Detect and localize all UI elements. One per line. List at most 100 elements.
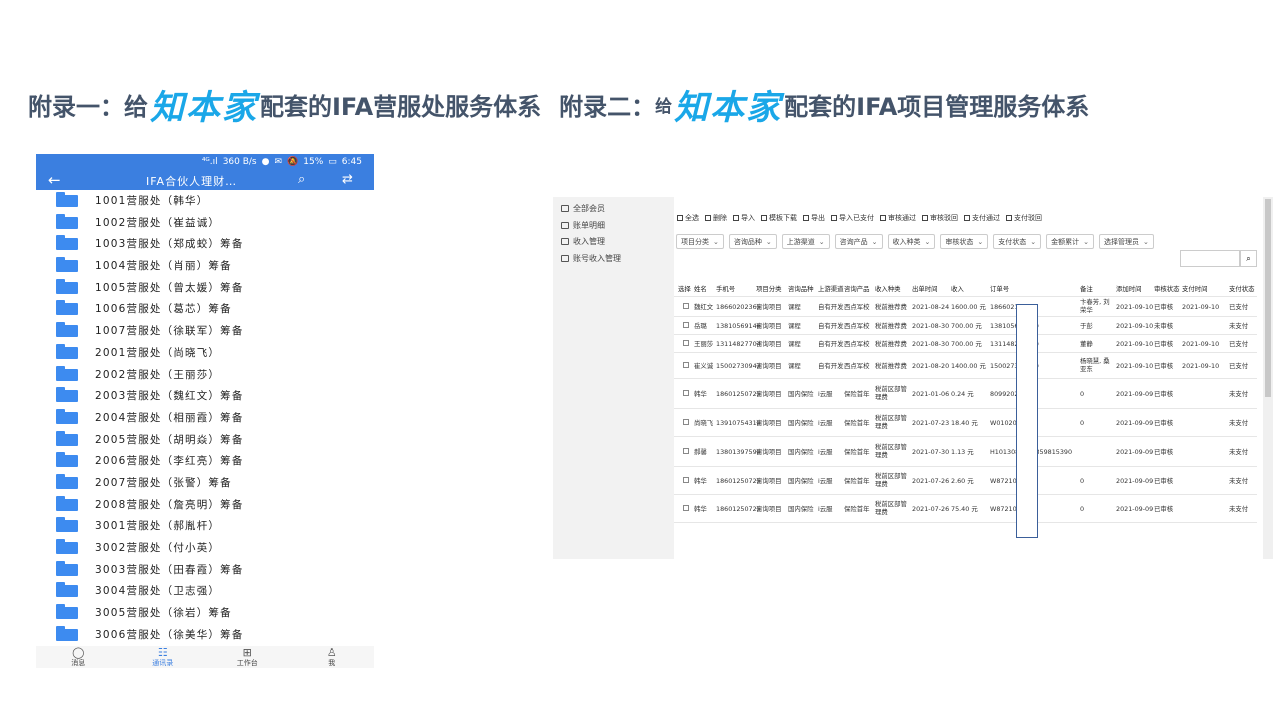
- row-checkbox[interactable]: [683, 448, 689, 454]
- table-row: 崔义诚 15002730943 咨询项目 课程 自有开发 西点军校 税前推荐费 2021-08…: [674, 353, 1257, 379]
- folder-icon: [56, 408, 78, 424]
- cell-phone: 13801397598: [716, 448, 761, 456]
- cell-phone: 18601250725: [716, 477, 761, 485]
- folder-item[interactable]: 2007营服处（张警）筹备: [36, 472, 374, 494]
- cell-up: i云服: [818, 477, 833, 485]
- cell-kind: 国内保险: [788, 448, 814, 456]
- folder-icon: [56, 213, 78, 229]
- folder-item[interactable]: 3006营服处（徐美华）筹备: [36, 624, 374, 646]
- filter-select[interactable]: 上游渠道 ⌄: [781, 234, 830, 249]
- cell-added: 2021-09-10: [1116, 322, 1154, 330]
- filter-select[interactable]: 收入种类 ⌄: [887, 234, 936, 249]
- filter-select[interactable]: 项目分类 ⌄: [676, 234, 724, 249]
- toolbar-button[interactable]: 模板下载: [760, 213, 798, 223]
- row-checkbox[interactable]: [683, 477, 689, 483]
- cell-amount: 18.40 元: [951, 419, 978, 427]
- cell-income_type: 税前区部管理费: [875, 500, 907, 516]
- toolbar-button[interactable]: 删除: [704, 213, 728, 223]
- folder-item[interactable]: 2001营服处（尚晓飞）: [36, 342, 374, 364]
- toolbar-icon: [733, 215, 739, 221]
- filter-icon[interactable]: ⇄: [342, 172, 353, 187]
- folder-item[interactable]: 2005营服处（胡明焱）筹备: [36, 429, 374, 451]
- filter-select[interactable]: 咨询产品 ⌄: [834, 234, 883, 249]
- search-icon[interactable]: ⌕: [1240, 250, 1257, 267]
- sidebar-item[interactable]: 账号收入管理: [561, 253, 621, 264]
- folder-item[interactable]: 2003营服处（魏红文）筹备: [36, 385, 374, 407]
- cell-kind: 课程: [788, 362, 801, 370]
- cell-audit: 已审核: [1154, 303, 1174, 311]
- toolbar-button[interactable]: 全选: [676, 213, 700, 223]
- row-checkbox[interactable]: [683, 322, 689, 328]
- filter-bar: 项目分类 ⌄ 咨询品种 ⌄ 上游渠道 ⌄ 咨询产品 ⌄ 收入种类 ⌄ 审核状态 ⌄ 支付状态 ⌄ 金额累计 ⌄…: [676, 234, 1154, 249]
- cell-pay: 未支付: [1229, 390, 1249, 398]
- nav-label: 消息: [71, 658, 86, 667]
- cell-up: 自有开发: [818, 322, 844, 330]
- nav-item-工作台[interactable]: ⊞ 工作台: [205, 646, 290, 668]
- cell-note: 董静: [1080, 340, 1093, 348]
- folder-item[interactable]: 1006营服处（葛芯）筹备: [36, 298, 374, 320]
- folder-item[interactable]: 2004营服处（相丽霞）筹备: [36, 407, 374, 429]
- filter-select[interactable]: 金额累计 ⌄: [1046, 234, 1094, 249]
- folder-item[interactable]: 3001营服处（郝胤杆）: [36, 515, 374, 537]
- nav-item-通讯录[interactable]: ☷ 通讯录: [121, 646, 206, 668]
- sidebar-item[interactable]: 收入管理: [561, 236, 605, 247]
- nav-item-消息[interactable]: ◯ 消息: [36, 646, 121, 668]
- toolbar-button[interactable]: 导出: [802, 213, 826, 223]
- folder-item[interactable]: 2008营服处（詹亮明）筹备: [36, 494, 374, 516]
- folder-item[interactable]: 1005营服处（曾太媛）筹备: [36, 277, 374, 299]
- cell-prod: 保险首年: [844, 505, 870, 513]
- filter-select[interactable]: 支付状态 ⌄: [993, 234, 1042, 249]
- folder-item[interactable]: 3002营服处（付小英）: [36, 537, 374, 559]
- toolbar-button[interactable]: 审核驳回: [921, 213, 959, 223]
- filter-select[interactable]: 选择管理员 ⌄: [1099, 234, 1154, 249]
- folder-label: 2002营服处（王丽莎）: [95, 368, 221, 381]
- row-checkbox[interactable]: [683, 505, 689, 511]
- folder-item[interactable]: 1001营服处（韩华）: [36, 190, 374, 212]
- folder-item[interactable]: 3003营服处（田春霞）筹备: [36, 559, 374, 581]
- folder-icon: [56, 517, 78, 533]
- table-row: 尚晓飞 13910754318 咨询项目 国内保险 i云服 保险首年 税前区部管理费 2021…: [674, 409, 1257, 437]
- folder-item[interactable]: 3004营服处（卫志强）: [36, 580, 374, 602]
- app-bar: ← IFA合伙人理财… ⌕ ⇄: [36, 170, 374, 190]
- folder-item[interactable]: 2002营服处（王丽莎）: [36, 364, 374, 386]
- column-header: 审核状态: [1154, 285, 1180, 293]
- sidebar-item[interactable]: 全部会员: [561, 203, 605, 214]
- toolbar-button[interactable]: 支付通过: [963, 213, 1001, 223]
- folder-item[interactable]: 3005营服处（徐岩）筹备: [36, 602, 374, 624]
- search-icon[interactable]: ⌕: [298, 172, 305, 187]
- cell-added: 2021-09-10: [1116, 362, 1154, 370]
- nav-item-我[interactable]: ♙ 我: [290, 646, 375, 668]
- cell-date: 2021-08-30: [912, 340, 950, 348]
- cell-date: 2021-08-20: [912, 362, 950, 370]
- cell-note: 0: [1080, 419, 1085, 427]
- toolbar-button[interactable]: 导入: [732, 213, 756, 223]
- row-checkbox[interactable]: [683, 303, 689, 309]
- row-checkbox[interactable]: [683, 390, 689, 396]
- scroll-thumb[interactable]: [1265, 199, 1271, 397]
- cell-added: 2021-09-10: [1116, 340, 1154, 348]
- arrow-left-icon[interactable]: ←: [48, 171, 61, 189]
- search-input[interactable]: [1180, 250, 1240, 267]
- toolbar-button-label: 支付通过: [972, 214, 1000, 222]
- folder-icon: [56, 192, 78, 207]
- filter-select[interactable]: 审核状态 ⌄: [940, 234, 989, 249]
- sidebar-item[interactable]: 账单明细: [561, 220, 605, 231]
- toolbar-button[interactable]: 支付驳回: [1005, 213, 1043, 223]
- folder-item[interactable]: 2006营服处（李红亮）筹备: [36, 450, 374, 472]
- toolbar-button-label: 导入已支付: [839, 214, 874, 222]
- folder-item[interactable]: 1007营服处（徐联军）筹备: [36, 320, 374, 342]
- cell-cat: 咨询项目: [756, 419, 782, 427]
- cell-phone: 13114827704: [716, 340, 761, 348]
- row-checkbox[interactable]: [683, 340, 689, 346]
- toolbar-button[interactable]: 导入已支付: [830, 213, 875, 223]
- row-checkbox[interactable]: [683, 362, 689, 368]
- person-icon: ♙: [326, 645, 337, 659]
- toolbar-button[interactable]: 审核通过: [879, 213, 917, 223]
- folder-item[interactable]: 1003营服处（郑成蛟）筹备: [36, 233, 374, 255]
- row-checkbox[interactable]: [683, 419, 689, 425]
- folder-item[interactable]: 1002营服处（崔益诚）: [36, 212, 374, 234]
- cell-audit: 已审核: [1154, 340, 1174, 348]
- filter-select[interactable]: 咨询品种 ⌄: [728, 234, 777, 249]
- scrollbar[interactable]: [1263, 197, 1273, 559]
- folder-item[interactable]: 1004营服处（肖丽）筹备: [36, 255, 374, 277]
